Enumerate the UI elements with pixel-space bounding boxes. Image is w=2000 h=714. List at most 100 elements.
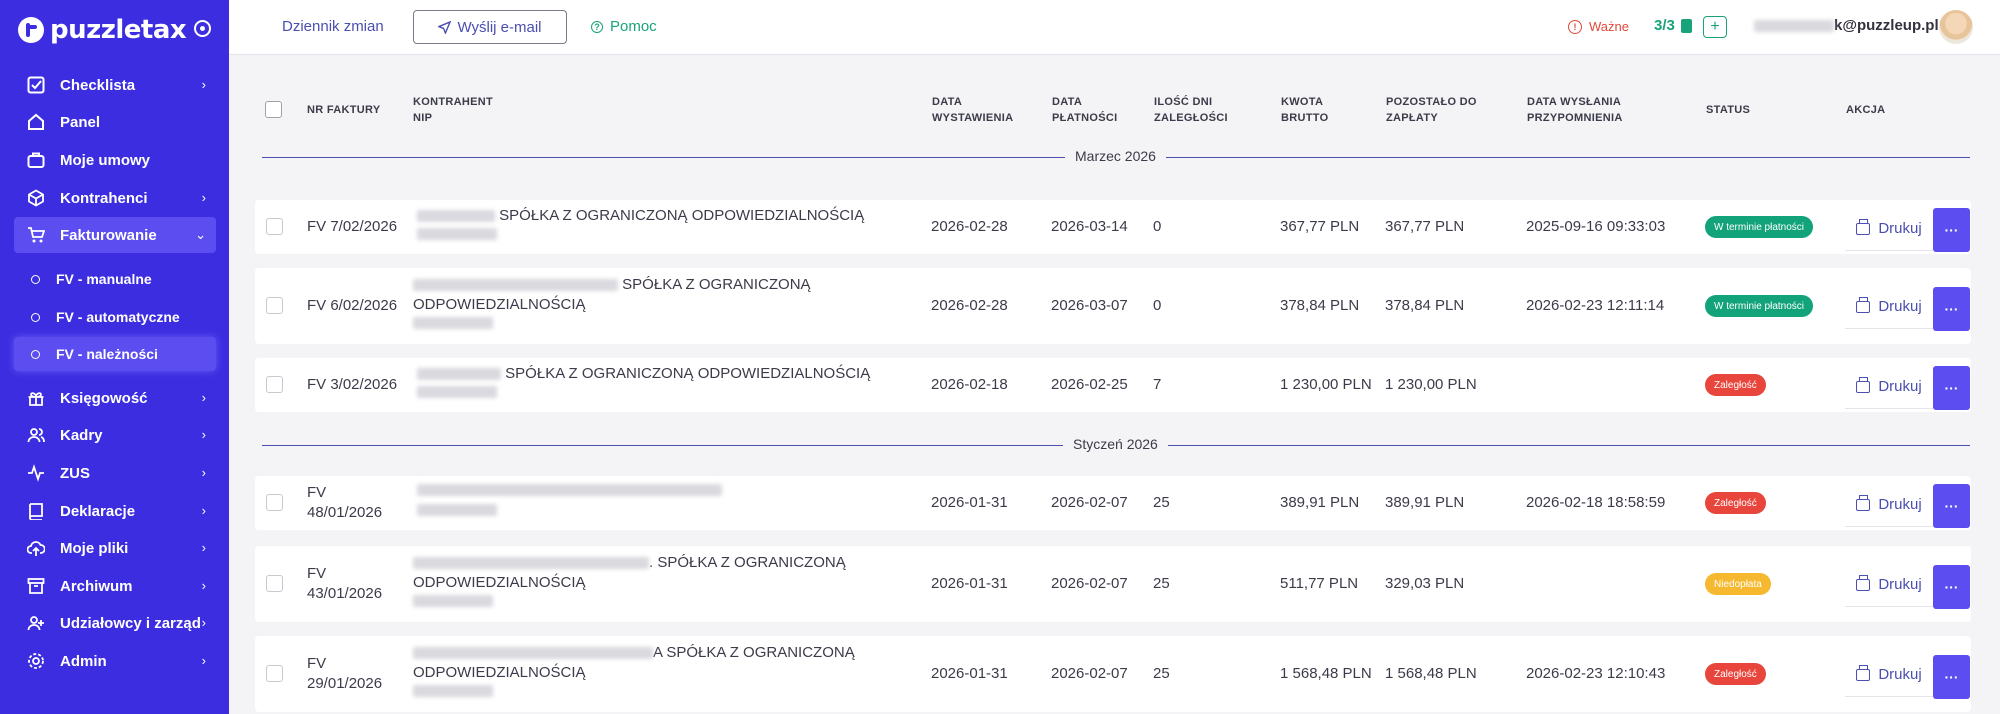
chevron-right-icon: › bbox=[201, 77, 206, 92]
redacted-nip bbox=[413, 685, 493, 697]
row-checkbox[interactable] bbox=[266, 575, 283, 592]
more-actions-button[interactable]: ··· bbox=[1933, 287, 1970, 331]
table-row[interactable]: FV 43/01/2026 . SPÓŁKA Z OGRANICZONĄ ODPO… bbox=[255, 546, 1971, 622]
add-button[interactable]: + bbox=[1703, 16, 1727, 38]
sidebar-item-kontrahenci[interactable]: Kontrahenci › bbox=[14, 180, 216, 216]
header-invoice-no[interactable]: NR FAKTURY bbox=[307, 102, 380, 118]
print-button[interactable]: Drukuj bbox=[1845, 483, 1933, 527]
row-checkbox[interactable] bbox=[266, 297, 283, 314]
avatar[interactable] bbox=[1939, 10, 1973, 44]
header-overdue-days[interactable]: ILOŚĆ DNI ZALEGŁOŚCI bbox=[1154, 94, 1228, 126]
row-checkbox[interactable] bbox=[266, 494, 283, 511]
invoice-number[interactable]: FV 48/01/2026 bbox=[307, 483, 382, 523]
sidebar: puzzletax Checklista › Panel Moje umowy … bbox=[0, 0, 229, 714]
document-count[interactable]: 3/3 bbox=[1654, 17, 1692, 34]
invoice-number[interactable]: FV 6/02/2026 bbox=[307, 296, 397, 316]
important-label: Ważne bbox=[1589, 19, 1629, 34]
table-row[interactable]: FV 7/02/2026 SPÓŁKA Z OGRANICZONĄ ODPOWI… bbox=[255, 200, 1971, 254]
redacted-text bbox=[417, 368, 501, 381]
issue-date: 2026-02-28 bbox=[931, 297, 1008, 314]
sidebar-subitem-label: FV - automatyczne bbox=[56, 309, 180, 325]
sidebar-item-moje-pliki[interactable]: Moje pliki › bbox=[14, 530, 216, 566]
header-payment-date[interactable]: DATA PŁATNOŚCI bbox=[1052, 94, 1117, 126]
header-issue-date[interactable]: DATA WYSTAWIENIA bbox=[932, 94, 1013, 126]
sidebar-item-panel[interactable]: Panel bbox=[14, 104, 216, 140]
settings-circle-icon[interactable] bbox=[194, 20, 211, 37]
more-actions-button[interactable]: ··· bbox=[1933, 565, 1970, 609]
sidebar-item-checklista[interactable]: Checklista › bbox=[14, 67, 216, 103]
sidebar-item-kadry[interactable]: Kadry › bbox=[14, 417, 216, 453]
sidebar-item-archiwum[interactable]: Archiwum › bbox=[14, 568, 216, 604]
send-email-button[interactable]: Wyślij e-mail bbox=[413, 10, 567, 44]
invoice-number[interactable]: FV 3/02/2026 bbox=[307, 375, 397, 395]
gross-amount: 389,91 PLN bbox=[1280, 494, 1360, 511]
header-status[interactable]: STATUS bbox=[1706, 102, 1750, 118]
chevron-right-icon: › bbox=[201, 615, 206, 630]
gross-amount: 511,77 PLN bbox=[1280, 575, 1359, 592]
redacted-text bbox=[1754, 19, 1834, 32]
status-badge: Zaległość bbox=[1705, 374, 1766, 396]
activity-icon bbox=[26, 464, 46, 482]
invoice-number[interactable]: FV 7/02/2026 bbox=[307, 217, 397, 237]
chevron-right-icon: › bbox=[201, 427, 206, 442]
print-button[interactable]: Drukuj bbox=[1845, 653, 1933, 697]
table-row[interactable]: FV 29/01/2026 A SPÓŁKA Z OGRANICZONĄ ODPO… bbox=[255, 636, 1971, 712]
sidebar-item-zus[interactable]: ZUS › bbox=[14, 455, 216, 491]
row-checkbox[interactable] bbox=[266, 665, 283, 682]
circle-icon bbox=[31, 274, 40, 284]
sidebar-item-ksiegowosc[interactable]: Księgowość › bbox=[14, 380, 216, 416]
invoice-number[interactable]: FV 29/01/2026 bbox=[307, 654, 382, 694]
print-button[interactable]: Drukuj bbox=[1845, 365, 1933, 409]
user-email[interactable]: k@puzzleup.pl bbox=[1754, 17, 1939, 34]
sidebar-item-udzialowcy[interactable]: Udziałowcy i zarząd › bbox=[14, 605, 216, 641]
sidebar-subitem-fv-automatyczne[interactable]: FV - automatyczne bbox=[14, 300, 216, 334]
important-link[interactable]: ! Ważne bbox=[1568, 19, 1629, 34]
sidebar-subitem-fv-manualne[interactable]: FV - manualne bbox=[14, 262, 216, 296]
redacted-nip bbox=[417, 386, 497, 398]
sidebar-item-admin[interactable]: Admin › bbox=[14, 643, 216, 679]
sidebar-subitem-fv-naleznosci[interactable]: FV - należności bbox=[14, 337, 216, 371]
payment-date: 2026-02-07 bbox=[1051, 575, 1128, 592]
more-actions-button[interactable]: ··· bbox=[1933, 655, 1970, 699]
row-checkbox[interactable] bbox=[266, 376, 283, 393]
overdue-days: 25 bbox=[1153, 575, 1170, 592]
redacted-text bbox=[413, 279, 618, 292]
group-label: Styczeń 2026 bbox=[1063, 436, 1168, 452]
print-button[interactable]: Drukuj bbox=[1845, 285, 1933, 329]
contractor bbox=[417, 482, 867, 522]
payment-date: 2026-02-25 bbox=[1051, 376, 1128, 393]
more-actions-button[interactable]: ··· bbox=[1933, 366, 1970, 410]
sidebar-item-moje-umowy[interactable]: Moje umowy bbox=[14, 142, 216, 178]
logo[interactable]: puzzletax bbox=[18, 14, 187, 46]
select-all-checkbox[interactable] bbox=[265, 101, 282, 118]
changelog-link[interactable]: Dziennik zmian bbox=[282, 18, 384, 35]
header-gross-amount[interactable]: KWOTA BRUTTO bbox=[1281, 94, 1328, 126]
header-contractor[interactable]: KONTRAHENT NIP bbox=[413, 94, 493, 126]
header-remaining[interactable]: POZOSTAŁO DO ZAPŁATY bbox=[1386, 94, 1477, 126]
row-checkbox[interactable] bbox=[266, 218, 283, 235]
header-reminder-date[interactable]: DATA WYSŁANIA PRZYPOMNIENIA bbox=[1527, 94, 1623, 126]
print-button[interactable]: Drukuj bbox=[1845, 207, 1933, 251]
sidebar-item-deklaracje[interactable]: Deklaracje › bbox=[14, 493, 216, 529]
contractor: A SPÓŁKA Z OGRANICZONĄ ODPOWIEDZIALNOŚCI… bbox=[413, 643, 863, 703]
table-row[interactable]: FV 6/02/2026 SPÓŁKA Z OGRANICZONĄ ODPOWI… bbox=[255, 268, 1971, 344]
redacted-text bbox=[417, 210, 495, 223]
chevron-right-icon: › bbox=[201, 540, 206, 555]
redacted-text bbox=[413, 557, 649, 570]
print-button[interactable]: Drukuj bbox=[1845, 563, 1933, 607]
help-circle-icon: ? bbox=[591, 20, 603, 33]
more-actions-button[interactable]: ··· bbox=[1933, 484, 1970, 528]
invoice-number[interactable]: FV 43/01/2026 bbox=[307, 564, 382, 604]
gross-amount: 378,84 PLN bbox=[1280, 297, 1360, 314]
more-actions-button[interactable]: ··· bbox=[1933, 208, 1970, 252]
table-row[interactable]: FV 48/01/2026 2026-01-31 2026-02-07 25 38… bbox=[255, 476, 1971, 530]
table-row[interactable]: FV 3/02/2026 SPÓŁKA Z OGRANICZONĄ ODPOWI… bbox=[255, 358, 1971, 412]
sidebar-item-fakturowanie[interactable]: Fakturowanie ⌄ bbox=[14, 217, 216, 253]
sidebar-item-label: Archiwum bbox=[60, 577, 133, 595]
remaining-amount: 389,91 PLN bbox=[1385, 494, 1465, 511]
document-icon bbox=[1680, 18, 1692, 33]
issue-date: 2026-01-31 bbox=[931, 494, 1008, 511]
top-bar: Dziennik zmian Wyślij e-mail ? Pomoc ! W… bbox=[229, 0, 2000, 55]
help-link[interactable]: ? Pomoc bbox=[591, 18, 657, 35]
remaining-amount: 329,03 PLN bbox=[1385, 575, 1465, 592]
